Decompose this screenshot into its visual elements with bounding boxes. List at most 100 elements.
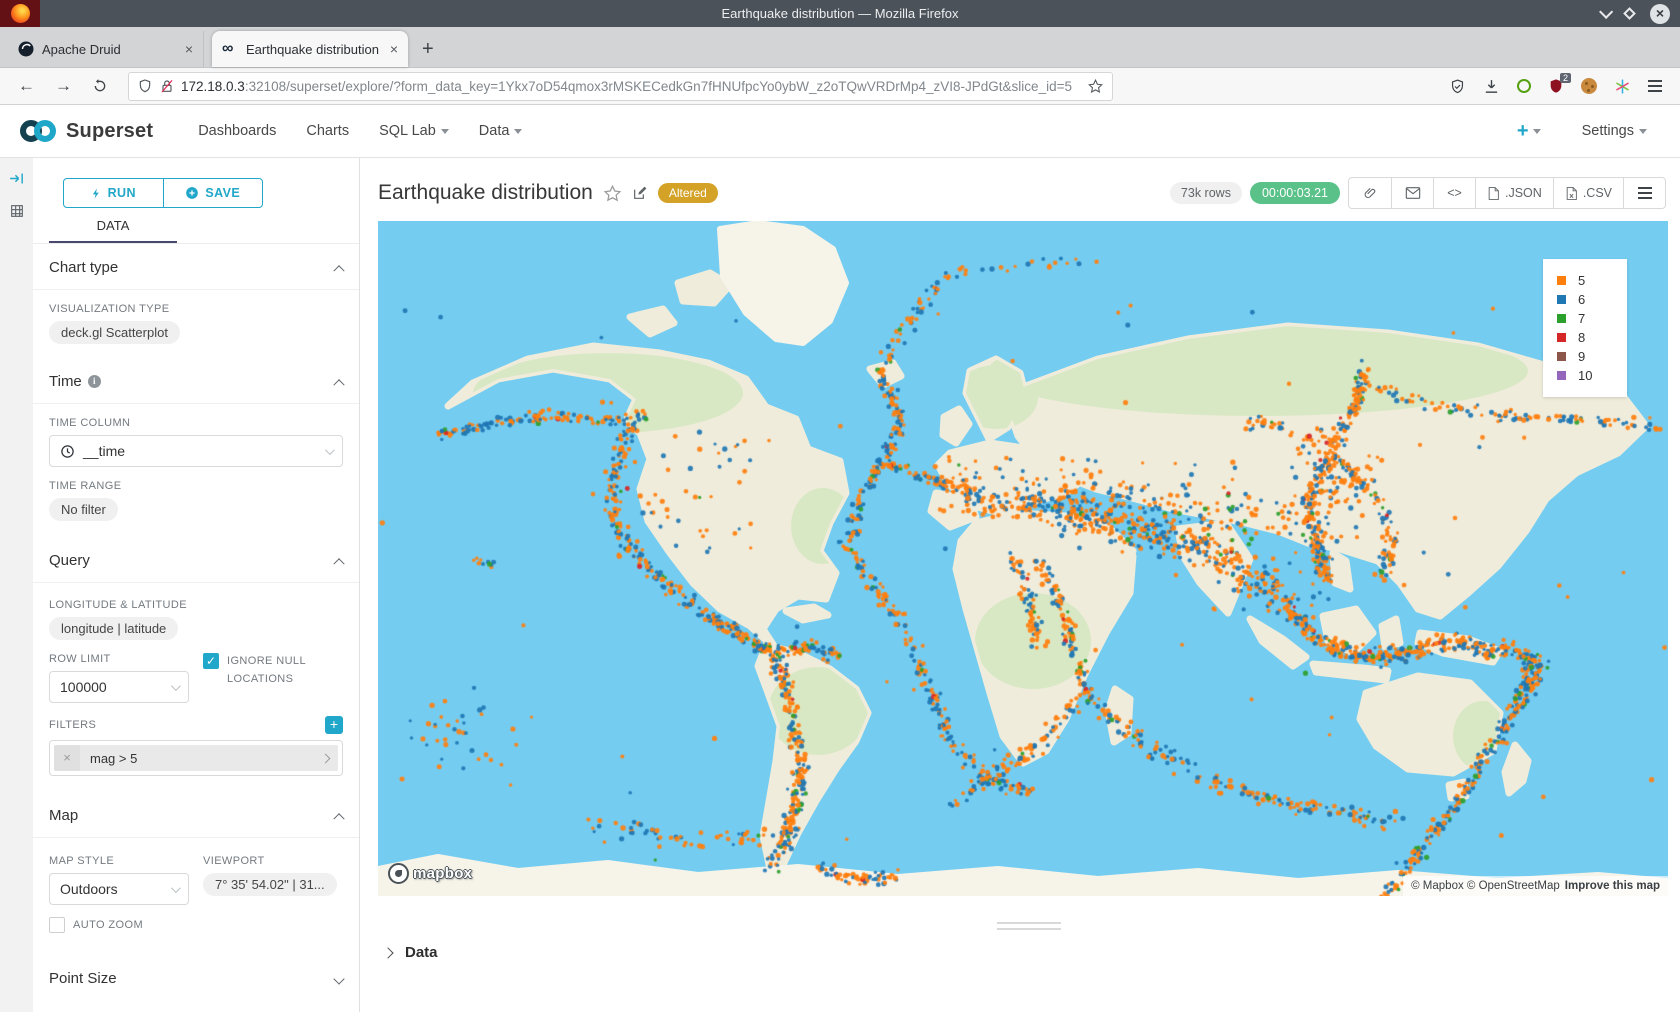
viewport-value[interactable]: 7° 35' 54.02" | 31... [203,873,337,896]
superset-navbar: Superset Dashboards Charts SQL Lab Data … [0,105,1680,158]
section-map[interactable]: Map [49,792,343,837]
legend-swatch-icon [1557,352,1566,361]
panel-resize-handle[interactable] [997,922,1061,930]
remove-filter-icon[interactable]: × [54,745,80,771]
bookmark-star-icon[interactable] [1087,78,1104,95]
tab-label: Earthquake distribution [246,42,382,57]
url-text[interactable]: 172.18.0.3:32108/superset/explore/?form_… [181,79,1081,94]
viz-type-value[interactable]: deck.gl Scatterplot [49,321,180,344]
druid-favicon [18,41,34,57]
mapbox-logo[interactable]: mapbox [388,863,472,884]
data-section-toggle[interactable]: Data [378,944,1680,961]
nav-charts[interactable]: Charts [306,123,349,139]
section-chart-type[interactable]: Chart type [49,244,343,289]
add-new-button[interactable]: + [1517,120,1541,143]
run-button[interactable]: RUN [64,179,163,207]
time-range-value[interactable]: No filter [49,498,118,521]
lonlat-value[interactable]: longitude | latitude [49,617,178,640]
improve-map-link[interactable]: Improve this map [1565,880,1660,892]
settings-menu[interactable]: Settings [1582,123,1647,139]
legend-swatch-icon [1557,314,1566,323]
expand-filter-icon[interactable] [312,755,338,762]
tab-apache-druid[interactable]: Apache Druid × [8,31,204,67]
map-style-select[interactable]: Outdoors [49,873,189,905]
tab-close-icon[interactable]: × [185,41,193,57]
export-csv-button[interactable]: .CSV [1553,178,1623,208]
checkbox-empty-icon[interactable] [49,917,65,933]
close-window-icon[interactable]: × [1650,4,1670,24]
nav-data[interactable]: Data [479,123,523,139]
superset-brand[interactable]: Superset [18,119,153,143]
legend-label: 9 [1578,349,1585,364]
url-bar[interactable]: 172.18.0.3:32108/superset/explore/?form_… [128,72,1113,101]
protections-shield-icon[interactable] [1449,78,1466,95]
tab-data[interactable]: DATA [49,218,177,243]
dataset-grid-icon[interactable] [9,203,25,219]
brand-name: Superset [66,120,153,143]
ublock-shield-icon[interactable]: 2 [1548,78,1564,94]
chevron-down-icon [333,973,344,984]
export-json-button[interactable]: .JSON [1475,178,1553,208]
file-x-icon [1565,186,1578,201]
legend-item[interactable]: 7 [1557,311,1627,326]
colorful-asterisk-icon[interactable] [1614,78,1631,95]
filter-item[interactable]: × mag > 5 [54,745,338,771]
section-time[interactable]: Timei [49,358,343,403]
time-range-label: TIME RANGE [49,480,343,492]
legend-label: 8 [1578,330,1585,345]
mapbox-circle-icon [388,863,409,884]
maximize-icon[interactable] [1623,7,1636,20]
cookie-extension-icon[interactable] [1581,78,1597,94]
window-titlebar: Earthquake distribution — Mozilla Firefo… [0,0,1680,27]
tab-close-icon[interactable]: × [390,41,398,57]
minimize-icon[interactable] [1599,4,1613,18]
forward-button[interactable]: → [47,76,80,96]
firefox-app-icon[interactable] [0,0,40,27]
save-button[interactable]: SAVE [163,179,263,207]
email-button[interactable] [1391,178,1433,208]
section-query[interactable]: Query [49,537,343,582]
back-button[interactable]: ← [10,76,43,96]
tab-earthquake-distribution[interactable]: ∞ Earthquake distribution × [212,31,408,67]
tracking-shield-icon[interactable] [137,78,153,94]
window-title: Earthquake distribution — Mozilla Firefo… [0,6,1680,21]
chevron-right-icon [382,947,393,958]
extension-green-ring-icon[interactable] [1517,79,1531,93]
embed-code-button[interactable]: <> [1433,178,1475,208]
earthquake-points-layer [378,221,1668,896]
time-column-select[interactable]: __time [49,435,343,467]
expand-panel-icon[interactable] [8,170,25,187]
legend-item[interactable]: 8 [1557,330,1627,345]
row-limit-select[interactable]: 100000 [49,671,189,703]
menu-hamburger-icon[interactable] [1648,80,1662,92]
checkbox-checked-icon[interactable]: ✓ [203,653,219,669]
new-tab-button[interactable]: + [408,38,448,67]
favorite-star-icon[interactable] [603,184,622,203]
chevron-up-icon [333,813,344,824]
legend-item[interactable]: 6 [1557,292,1627,307]
legend-item[interactable]: 9 [1557,349,1627,364]
insecure-lock-icon[interactable] [159,78,175,94]
browser-tabstrip: Apache Druid × ∞ Earthquake distribution… [0,27,1680,68]
legend-item[interactable]: 5 [1557,273,1627,288]
section-point-size[interactable]: Point Size [49,955,343,1000]
copy-link-button[interactable] [1349,178,1391,208]
deckgl-scatterplot-map[interactable]: 5678910 mapbox © Mapbox © OpenStreetMap … [378,221,1668,896]
downloads-icon[interactable] [1483,78,1500,95]
filter-expression[interactable]: mag > 5 [80,751,312,766]
browser-toolbar: ← → 172.18.0.3:32108/superset/explore/?f… [0,68,1680,105]
ignore-null-checkbox-row[interactable]: ✓ IGNORE NULL LOCATIONS [203,653,343,688]
nav-sql-lab[interactable]: SQL Lab [379,123,449,139]
nav-dashboards[interactable]: Dashboards [198,123,276,139]
clock-icon [60,444,75,459]
reload-button[interactable] [84,78,116,94]
time-column-label: TIME COLUMN [49,417,343,429]
attribution-text[interactable]: © Mapbox © OpenStreetMap [1411,880,1560,892]
auto-zoom-checkbox-row[interactable]: AUTO ZOOM [49,917,189,933]
map-style-label: MAP STYLE [49,855,189,867]
control-panel: RUN SAVE DATA Chart type VISUALIZATION T… [33,158,360,1012]
legend-item[interactable]: 10 [1557,368,1627,383]
add-filter-button[interactable]: + [325,716,343,734]
more-options-button[interactable] [1623,178,1665,208]
edit-pencil-icon[interactable] [632,185,648,201]
